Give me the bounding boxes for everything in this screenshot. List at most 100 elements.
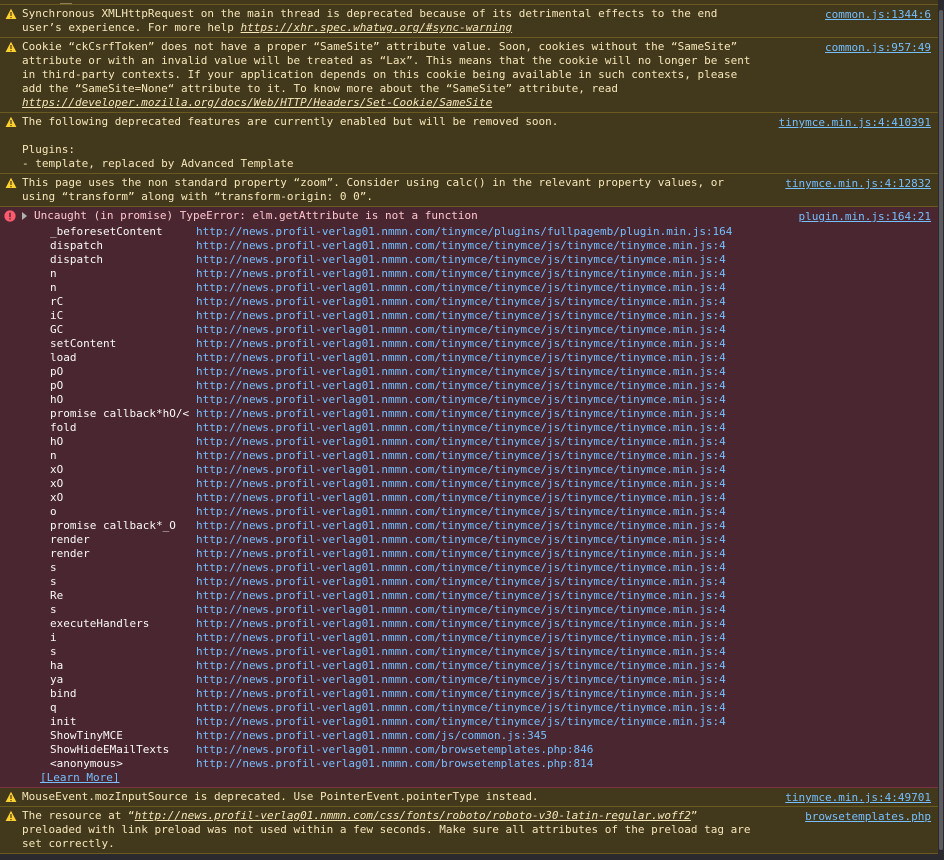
scrollbar-thumb[interactable] bbox=[939, 10, 943, 850]
frame-function: GC bbox=[50, 323, 64, 336]
expand-triangle-icon[interactable] bbox=[22, 212, 27, 220]
frame-location-link[interactable]: http://news.profil-verlag01.nmmn.com/tin… bbox=[196, 673, 726, 687]
console-warning-preload[interactable]: The resource at “http://news.profil-verl… bbox=[0, 807, 938, 854]
stack-frame: iC http://news.profil-verlag01.nmmn.com/t… bbox=[50, 309, 758, 323]
frame-location-link[interactable]: http://news.profil-verlag01.nmmn.com/tin… bbox=[196, 659, 726, 673]
help-link[interactable]: https://xhr.spec.whatwg.org/#sync-warnin… bbox=[241, 21, 513, 34]
frame-location-link[interactable]: http://news.profil-verlag01.nmmn.com/tin… bbox=[196, 365, 726, 379]
frame-location-link[interactable]: http://news.profil-verlag01.nmmn.com/tin… bbox=[196, 379, 726, 393]
frame-location-link[interactable]: http://news.profil-verlag01.nmmn.com/tin… bbox=[196, 323, 726, 337]
source-link[interactable]: browsetemplates.php bbox=[805, 810, 931, 824]
frame-location-link[interactable]: http://news.profil-verlag01.nmmn.com/tin… bbox=[196, 393, 726, 407]
frame-location-link[interactable]: http://news.profil-verlag01.nmmn.com/tin… bbox=[196, 253, 726, 267]
warning-icon bbox=[5, 791, 17, 802]
frame-function: o bbox=[50, 505, 57, 518]
frame-function: <anonymous> bbox=[50, 757, 123, 770]
frame-function: xO bbox=[50, 463, 64, 476]
frame-location-link[interactable]: http://news.profil-verlag01.nmmn.com/tin… bbox=[196, 687, 726, 701]
frame-location-link[interactable]: http://news.profil-verlag01.nmmn.com/tin… bbox=[196, 575, 726, 589]
frame-location-link[interactable]: http://news.profil-verlag01.nmmn.com/tin… bbox=[196, 547, 726, 561]
stack-frame: s http://news.profil-verlag01.nmmn.com/ti… bbox=[50, 575, 758, 589]
frame-location-link[interactable]: http://news.profil-verlag01.nmmn.com/tin… bbox=[196, 281, 726, 295]
stack-frame: ha http://news.profil-verlag01.nmmn.com/t… bbox=[50, 659, 758, 673]
source-link[interactable]: common.js:1344:6 bbox=[825, 8, 931, 22]
frame-location-link[interactable]: http://news.profil-verlag01.nmmn.com/tin… bbox=[196, 435, 726, 449]
frame-function: xO bbox=[50, 491, 64, 504]
frame-function: load bbox=[50, 351, 77, 364]
frame-location-link[interactable]: http://news.profil-verlag01.nmmn.com/tin… bbox=[196, 505, 726, 519]
frame-function: q bbox=[50, 701, 57, 714]
frame-location-link[interactable]: http://news.profil-verlag01.nmmn.com/tin… bbox=[196, 477, 726, 491]
vertical-scrollbar[interactable] bbox=[938, 0, 944, 860]
frame-location-link[interactable]: http://news.profil-verlag01.nmmn.com/tin… bbox=[196, 463, 726, 477]
frame-location-link[interactable]: http://news.profil-verlag01.nmmn.com/tin… bbox=[196, 715, 726, 729]
frame-location-link[interactable]: http://news.profil-verlag01.nmmn.com/tin… bbox=[196, 533, 726, 547]
docs-link[interactable]: https://developer.mozilla.org/docs/Web/H… bbox=[22, 96, 492, 109]
frame-location-link[interactable]: http://news.profil-verlag01.nmmn.com/tin… bbox=[196, 617, 726, 631]
frame-location-link[interactable]: http://news.profil-verlag01.nmmn.com/tin… bbox=[196, 309, 726, 323]
source-link[interactable]: tinymce.min.js:4:410391 bbox=[779, 116, 931, 130]
frame-location-link[interactable]: http://news.profil-verlag01.nmmn.com/tin… bbox=[196, 491, 726, 505]
console-warning-mozinputsource[interactable]: MouseEvent.mozInputSource is deprecated.… bbox=[0, 788, 938, 807]
frame-function: init bbox=[50, 715, 77, 728]
frame-function: s bbox=[50, 645, 57, 658]
source-link[interactable]: tinymce.min.js:4:12832 bbox=[785, 177, 931, 191]
stack-frame: dispatch http://news.profil-verlag01.nmmn… bbox=[50, 253, 758, 267]
frame-function: rC bbox=[50, 295, 64, 308]
learn-more-link[interactable]: [Learn More] bbox=[40, 771, 119, 784]
frame-location-link[interactable]: http://news.profil-verlag01.nmmn.com/tin… bbox=[196, 519, 726, 533]
stack-frame: _beforesetContent http://news.profil-verl… bbox=[50, 225, 758, 239]
frame-location-link[interactable]: http://news.profil-verlag01.nmmn.com/tin… bbox=[196, 295, 726, 309]
frame-location-link[interactable]: http://news.profil-verlag01.nmmn.com/bro… bbox=[196, 757, 593, 771]
stack-frame: render http://news.profil-verlag01.nmmn.c… bbox=[50, 547, 758, 561]
frame-location-link[interactable]: http://news.profil-verlag01.nmmn.com/tin… bbox=[196, 267, 726, 281]
stack-frame: i http://news.profil-verlag01.nmmn.com/ti… bbox=[50, 631, 758, 645]
console-warning-deprecated-features[interactable]: The following deprecated features are cu… bbox=[0, 113, 938, 174]
frame-location-link[interactable]: http://news.profil-verlag01.nmmn.com/tin… bbox=[196, 239, 726, 253]
stack-frame: pO http://news.profil-verlag01.nmmn.com/t… bbox=[50, 379, 758, 393]
stack-frame: n http://news.profil-verlag01.nmmn.com/ti… bbox=[50, 281, 758, 295]
frame-function: hO bbox=[50, 435, 64, 448]
console-warning-zoom-property[interactable]: This page uses the non standard property… bbox=[0, 174, 938, 207]
console-warning-samesite-cookie[interactable]: Cookie “ckCsrfToken” does not have a pro… bbox=[0, 38, 938, 113]
frame-function: s bbox=[50, 561, 57, 574]
stack-frame: xO http://news.profil-verlag01.nmmn.com/t… bbox=[50, 491, 758, 505]
frame-function: ha bbox=[50, 659, 64, 672]
frame-function: dispatch bbox=[50, 239, 103, 252]
frame-location-link[interactable]: http://news.profil-verlag01.nmmn.com/tin… bbox=[196, 407, 726, 421]
stack-frame: ShowTinyMCE http://news.profil-verlag01.n… bbox=[50, 729, 758, 743]
frame-function: ShowTinyMCE bbox=[50, 729, 123, 742]
frame-function: executeHandlers bbox=[50, 617, 150, 630]
frame-location-link[interactable]: http://news.profil-verlag01.nmmn.com/tin… bbox=[196, 449, 726, 463]
stack-frame: <anonymous> http://news.profil-verlag01.n… bbox=[50, 757, 758, 771]
console-error-typeerror[interactable]: Uncaught (in promise) TypeError: elm.get… bbox=[0, 207, 938, 788]
stack-frame: GC http://news.profil-verlag01.nmmn.com/t… bbox=[50, 323, 758, 337]
frame-function: _beforesetContent bbox=[50, 225, 163, 238]
frame-function: s bbox=[50, 575, 57, 588]
console-warning-sync-xhr[interactable]: Synchronous XMLHttpRequest on the main t… bbox=[0, 5, 938, 38]
frame-location-link[interactable]: http://news.profil-verlag01.nmmn.com/tin… bbox=[196, 645, 726, 659]
stack-frame: n http://news.profil-verlag01.nmmn.com/ti… bbox=[50, 449, 758, 463]
message-line: Plugins: bbox=[22, 143, 75, 156]
source-link[interactable]: plugin.min.js:164:21 bbox=[799, 210, 931, 224]
frame-location-link[interactable]: http://news.profil-verlag01.nmmn.com/tin… bbox=[196, 603, 726, 617]
frame-location-link[interactable]: http://news.profil-verlag01.nmmn.com/tin… bbox=[196, 351, 726, 365]
stack-frame: n http://news.profil-verlag01.nmmn.com/ti… bbox=[50, 267, 758, 281]
frame-location-link[interactable]: http://news.profil-verlag01.nmmn.com/tin… bbox=[196, 631, 726, 645]
frame-location-link[interactable]: http://news.profil-verlag01.nmmn.com/bro… bbox=[196, 743, 593, 757]
resource-link[interactable]: http://news.profil-verlag01.nmmn.com/css… bbox=[135, 809, 691, 822]
frame-function: xO bbox=[50, 477, 64, 490]
frame-location-link[interactable]: http://news.profil-verlag01.nmmn.com/tin… bbox=[196, 589, 726, 603]
frame-function: render bbox=[50, 533, 90, 546]
frame-location-link[interactable]: http://news.profil-verlag01.nmmn.com/tin… bbox=[196, 701, 726, 715]
frame-location-link[interactable]: http://news.profil-verlag01.nmmn.com/js/… bbox=[196, 729, 547, 743]
frame-location-link[interactable]: http://news.profil-verlag01.nmmn.com/tin… bbox=[196, 225, 732, 239]
frame-location-link[interactable]: http://news.profil-verlag01.nmmn.com/tin… bbox=[196, 561, 726, 575]
source-link[interactable]: common.js:957:49 bbox=[825, 41, 931, 55]
source-link[interactable]: tinymce.min.js:4:49701 bbox=[785, 791, 931, 805]
warning-icon bbox=[5, 810, 17, 821]
stack-frame: executeHandlers http://news.profil-verlag… bbox=[50, 617, 758, 631]
frame-location-link[interactable]: http://news.profil-verlag01.nmmn.com/tin… bbox=[196, 421, 726, 435]
stack-frame: fold http://news.profil-verlag01.nmmn.com… bbox=[50, 421, 758, 435]
frame-location-link[interactable]: http://news.profil-verlag01.nmmn.com/tin… bbox=[196, 337, 726, 351]
